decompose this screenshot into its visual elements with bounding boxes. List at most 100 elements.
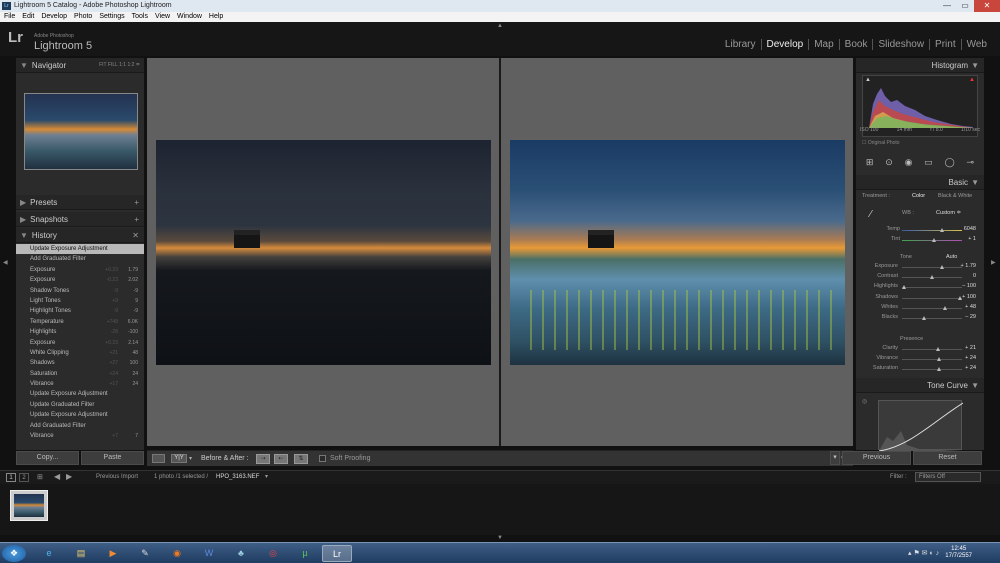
explorer-taskbar-icon[interactable]: ▤ [66,545,96,562]
tool-taskbar-icon[interactable]: ✎ [130,545,160,562]
zoom-1-2[interactable]: 1:2 ≑ [127,62,140,68]
menu-view[interactable]: View [155,12,170,22]
snapshots-header[interactable]: ▶ Snapshots + [16,212,144,227]
add-preset-icon[interactable]: + [134,195,139,210]
soft-proofing-checkbox[interactable] [319,455,326,462]
history-item[interactable]: Vibrance +17 24 [16,379,144,389]
right-panel-arrow-icon[interactable]: ▶ [991,259,996,266]
filename[interactable]: HPO_3163.NEF [216,474,259,480]
history-item[interactable]: Shadows +27 100 [16,358,144,368]
history-item[interactable]: Update Exposure Adjustment [16,410,144,420]
adjustment-brush-icon[interactable]: ⊸ [967,157,975,168]
minimize-button[interactable]: — [938,0,956,12]
slider-thumb[interactable] [902,285,906,290]
highlight-clipping-icon[interactable]: ▲ [969,77,975,83]
history-item[interactable]: Vibrance +7 7 [16,431,144,441]
slider-value[interactable]: + 48 [952,304,976,310]
paste-button[interactable]: Paste [81,451,144,465]
slider-thumb[interactable] [922,316,927,320]
menu-window[interactable]: Window [177,12,202,22]
slider-thumb[interactable] [940,228,944,232]
menu-develop[interactable]: Develop [41,12,67,22]
slider-thumb[interactable] [935,347,940,351]
treatment-color-option[interactable]: Color [912,193,925,199]
slider-thumb[interactable] [943,305,948,310]
clear-history-icon[interactable]: ✕ [132,228,139,243]
forward-arrow-icon[interactable]: ▶ [66,472,72,481]
history-item[interactable]: Exposure +0.23 1.79 [16,265,144,275]
zoom-fit[interactable]: FIT [99,62,106,68]
close-button[interactable]: ✕ [974,0,1000,12]
auto-tone-button[interactable]: Auto [946,254,957,260]
menu-tools[interactable]: Tools [132,12,148,22]
slider-value[interactable]: + 1.79 [952,263,976,269]
slider-value[interactable]: + 100 [952,294,976,300]
source-label[interactable]: Previous Import [96,474,138,480]
top-panel-arrow-icon[interactable]: ▲ [497,23,503,29]
history-item[interactable]: Highlight Tones -9 -9 [16,306,144,316]
taskbar-clock[interactable]: 12:45 17/7/2557 [945,546,972,560]
history-header[interactable]: ▼ History ✕ [16,228,144,243]
tone-curve-header[interactable]: Tone Curve ▼ [856,378,984,393]
reset-button[interactable]: Reset [913,451,982,465]
loupe-view-button[interactable] [152,454,165,463]
filename-dropdown-icon[interactable]: ▾ [265,473,268,480]
red-eye-icon[interactable]: ◉ [905,157,913,168]
start-button-icon[interactable]: ❖ [2,545,26,562]
history-item[interactable]: Shadow Tones -9 -9 [16,286,144,296]
shadow-clipping-icon[interactable]: ▲ [865,77,871,83]
tone-curve-graph[interactable] [878,400,964,452]
slider-thumb[interactable] [930,275,934,280]
add-snapshot-icon[interactable]: + [134,212,139,227]
primary-window-button[interactable]: 1 [6,473,16,482]
history-item[interactable]: Highlights -28 -100 [16,327,144,337]
slider-value[interactable]: + 21 [952,345,976,351]
histogram-header[interactable]: Histogram ▼ [856,58,984,73]
history-item[interactable]: Exposure -0.23 2.02 [16,275,144,285]
previous-menu-icon[interactable]: ▾ [830,451,840,465]
crop-overlay-icon[interactable]: ⊞ [866,157,874,168]
targeted-adjustment-icon[interactable]: ◎ [862,398,867,405]
slider-thumb[interactable] [932,238,936,242]
previous-button[interactable]: Previous [842,451,911,465]
history-item[interactable]: Temperature +748 6.0K [16,317,144,327]
basic-header[interactable]: Basic ▼ [856,175,984,190]
temp-value[interactable]: 6048 [952,226,976,232]
history-item[interactable]: Light Tones +9 9 [16,296,144,306]
back-arrow-icon[interactable]: ◀ [54,472,60,481]
navigator-header[interactable]: ▼ Navigator FIT FILL 1:1 1:2 ≑ [16,58,144,73]
copy-after-to-before-button[interactable]: ⇠ [274,454,288,464]
media-player-taskbar-icon[interactable]: ▶ [98,545,128,562]
history-item[interactable]: Add Graduated Filter [16,421,144,431]
history-item[interactable]: Saturation +24 24 [16,369,144,379]
filter-dropdown[interactable]: Filters Off [915,472,981,482]
bottom-panel-arrow-icon[interactable]: ▼ [497,535,503,541]
slider-value[interactable]: 0 [952,273,976,279]
maximize-button[interactable]: ▭ [956,0,974,12]
slider-thumb[interactable] [936,367,941,372]
presets-header[interactable]: ▶ Presets + [16,195,144,210]
module-map[interactable]: Map [809,39,840,50]
history-item[interactable]: Update Exposure Adjustment [16,244,144,255]
ie-taskbar-icon[interactable]: e [34,545,64,562]
view-dropdown-icon[interactable]: ▾ [189,455,192,462]
module-develop[interactable]: Develop [762,39,810,50]
slider-value[interactable]: – 29 [952,314,976,320]
secondary-window-button[interactable]: 2 [19,473,29,482]
tray-icons[interactable]: ▴ ⚑ ✉ ◐ ♪ [908,549,939,557]
swap-before-after-button[interactable]: ⇅ [294,454,308,464]
slider-thumb[interactable] [936,357,941,362]
spot-removal-icon[interactable]: ⊙ [885,157,893,168]
radial-filter-icon[interactable]: ◯ [945,157,955,168]
zoom-fill[interactable]: FILL [108,62,118,68]
slider-value[interactable]: + 24 [952,365,976,371]
before-after-view-button[interactable]: Y|Y [171,454,187,463]
menu-file[interactable]: File [4,12,15,22]
chrome-taskbar-icon[interactable]: ◎ [258,545,288,562]
grid-view-icon[interactable]: ⊞ [37,473,43,481]
original-photo-toggle[interactable]: ☐ Original Photo [862,140,900,146]
menu-help[interactable]: Help [209,12,223,22]
slider-value[interactable]: – 100 [952,283,976,289]
filmstrip-thumbnail[interactable] [10,490,48,521]
tint-value[interactable]: + 1 [952,236,976,242]
